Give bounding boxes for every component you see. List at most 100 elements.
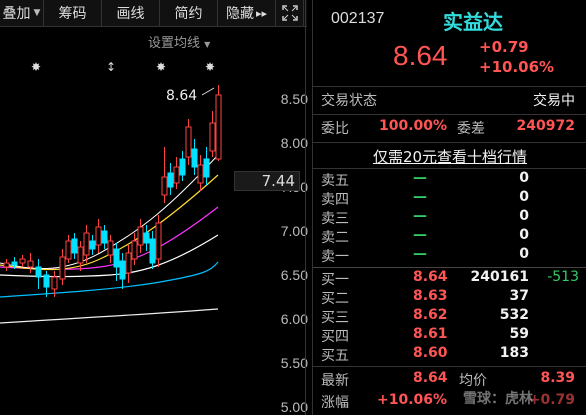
candle-body xyxy=(209,122,216,152)
latest-row: 最新 8.64 均价 8.39 xyxy=(313,370,586,390)
price-axis-tick: 6.00 xyxy=(280,311,308,327)
candle-body xyxy=(215,94,222,160)
weibi-label: 委比 xyxy=(321,121,349,137)
avg-label: 均价 xyxy=(459,373,487,389)
kline-chart[interactable]: 设置均线 ▼ ✸ ↕ ✸ ✸ 8.64 xyxy=(0,27,300,415)
candle-body xyxy=(131,240,138,260)
drawline-label: 画线 xyxy=(116,6,145,22)
candle-body xyxy=(65,240,72,260)
price-axis-tick: 6.50 xyxy=(280,267,308,283)
candle-body xyxy=(71,238,78,254)
candle-body xyxy=(179,158,186,176)
candle-body xyxy=(11,261,18,266)
sell-row: 卖四 — 0 xyxy=(313,189,586,208)
divider xyxy=(313,168,586,169)
buy-volume: 532 xyxy=(499,307,529,323)
promo-link[interactable]: 仅需20元查看十档行情 xyxy=(313,146,586,168)
price-axis-tick: 8.00 xyxy=(280,135,308,151)
buy-volume: 59 xyxy=(509,326,529,342)
hide-button[interactable]: 隐藏 ▸▸ xyxy=(218,0,276,26)
sell-price: — xyxy=(413,246,427,262)
divider xyxy=(313,86,586,87)
overlay-button[interactable]: 叠加 ▼ xyxy=(0,0,44,26)
weicha-value: 240972 xyxy=(516,118,575,134)
buy-row: 买一 8.64 240161 -513 xyxy=(313,269,586,288)
sell-volume: 0 xyxy=(519,189,529,205)
quote-panel: 002137 实益达 8.64 +0.79 +10.06% 交易状态 交易中 委… xyxy=(312,0,586,415)
candle-body xyxy=(107,240,114,256)
other-change-value: +0.79 xyxy=(528,392,575,408)
candle-body xyxy=(125,252,132,274)
sell-row: 卖一 — 0 xyxy=(313,246,586,265)
candle-body xyxy=(197,164,204,184)
change-value: +10.06% xyxy=(377,392,448,408)
change-row: 涨幅 +10.06% +0.79 xyxy=(313,392,586,412)
buy-volume: 183 xyxy=(499,345,529,361)
stock-code: 002137 xyxy=(331,10,385,27)
latest-label: 最新 xyxy=(321,373,349,389)
candle-body xyxy=(203,158,210,178)
sell-level-label: 卖一 xyxy=(321,249,349,265)
candle-body xyxy=(27,260,34,268)
fullscreen-button[interactable] xyxy=(276,0,304,26)
weibi-value: 100.00% xyxy=(379,118,448,134)
buy-level-label: 买四 xyxy=(321,329,349,345)
quote-header: 002137 实益达 xyxy=(313,6,586,34)
stock-name: 实益达 xyxy=(443,10,503,34)
weicha-label: 委差 xyxy=(457,121,485,137)
fullscreen-icon xyxy=(281,5,298,21)
sell-price: — xyxy=(413,227,427,243)
divider xyxy=(313,142,586,143)
candle-body xyxy=(173,166,180,184)
candle-body xyxy=(149,238,156,264)
candle-body xyxy=(95,226,102,246)
candle-body xyxy=(59,256,66,280)
latest-value: 8.64 xyxy=(413,370,448,386)
sell-level-label: 卖五 xyxy=(321,173,349,189)
buy-order-book: 买一 8.64 240161 -513 买二 8.63 37 买三 8.62 532 买四 8.61 5… xyxy=(313,269,586,365)
sell-price: — xyxy=(413,170,427,186)
candle-body xyxy=(137,226,144,246)
buy-row: 买三 8.62 532 xyxy=(313,307,586,326)
candle-body xyxy=(83,232,90,256)
sell-price: — xyxy=(413,208,427,224)
chips-button[interactable]: 筹码 xyxy=(44,0,102,26)
candle-body xyxy=(113,248,120,268)
buy-price: 8.64 xyxy=(413,269,448,285)
ma-line-120 xyxy=(0,308,219,324)
sell-row: 卖三 — 0 xyxy=(313,208,586,227)
sell-volume: 0 xyxy=(519,227,529,243)
price-axis-tick: 8.50 xyxy=(280,91,308,107)
double-chevron-right-icon: ▸▸ xyxy=(255,6,268,20)
divider xyxy=(313,267,586,268)
sell-order-book: 卖五 — 0 卖四 — 0 卖三 — 0 卖二 — 0 卖一 — 0 xyxy=(313,170,586,266)
peak-price-label: 8.64 xyxy=(166,88,197,104)
candles-svg: ✸ ↕ ✸ ✸ 8.64 xyxy=(0,60,222,324)
candle-body xyxy=(191,148,198,168)
promo-text: 仅需20元查看十档行情 xyxy=(372,148,528,166)
price-change-pct: +10.06% xyxy=(479,58,555,76)
price-change: +0.79 xyxy=(479,38,529,56)
price-axis-tick: 5.50 xyxy=(280,355,308,371)
trade-status-row: 交易状态 交易中 xyxy=(313,90,586,112)
buy-volume: 37 xyxy=(509,288,529,304)
watermark: 雪球：虎林 xyxy=(463,391,533,407)
sell-level-label: 卖三 xyxy=(321,211,349,227)
buy-volume-delta: -513 xyxy=(547,269,579,285)
event-marker-icon: ✸ xyxy=(156,60,166,74)
summary-button[interactable]: 简约 xyxy=(160,0,218,26)
current-price-tag: 7.44 xyxy=(234,171,300,191)
candle-body xyxy=(101,230,108,244)
buy-price: 8.61 xyxy=(413,326,448,342)
event-marker-icon: ↕ xyxy=(106,60,116,74)
divider xyxy=(313,114,586,115)
candle-body xyxy=(19,258,26,264)
event-marker-icon: ✸ xyxy=(205,60,215,74)
chevron-down-icon: ▼ xyxy=(33,8,41,18)
summary-label: 简约 xyxy=(174,6,203,22)
drawline-button[interactable]: 画线 xyxy=(102,0,160,26)
buy-price: 8.62 xyxy=(413,307,448,323)
divider xyxy=(305,0,306,415)
sell-row: 卖五 — 0 xyxy=(313,170,586,189)
overlay-label: 叠加 xyxy=(2,6,31,22)
